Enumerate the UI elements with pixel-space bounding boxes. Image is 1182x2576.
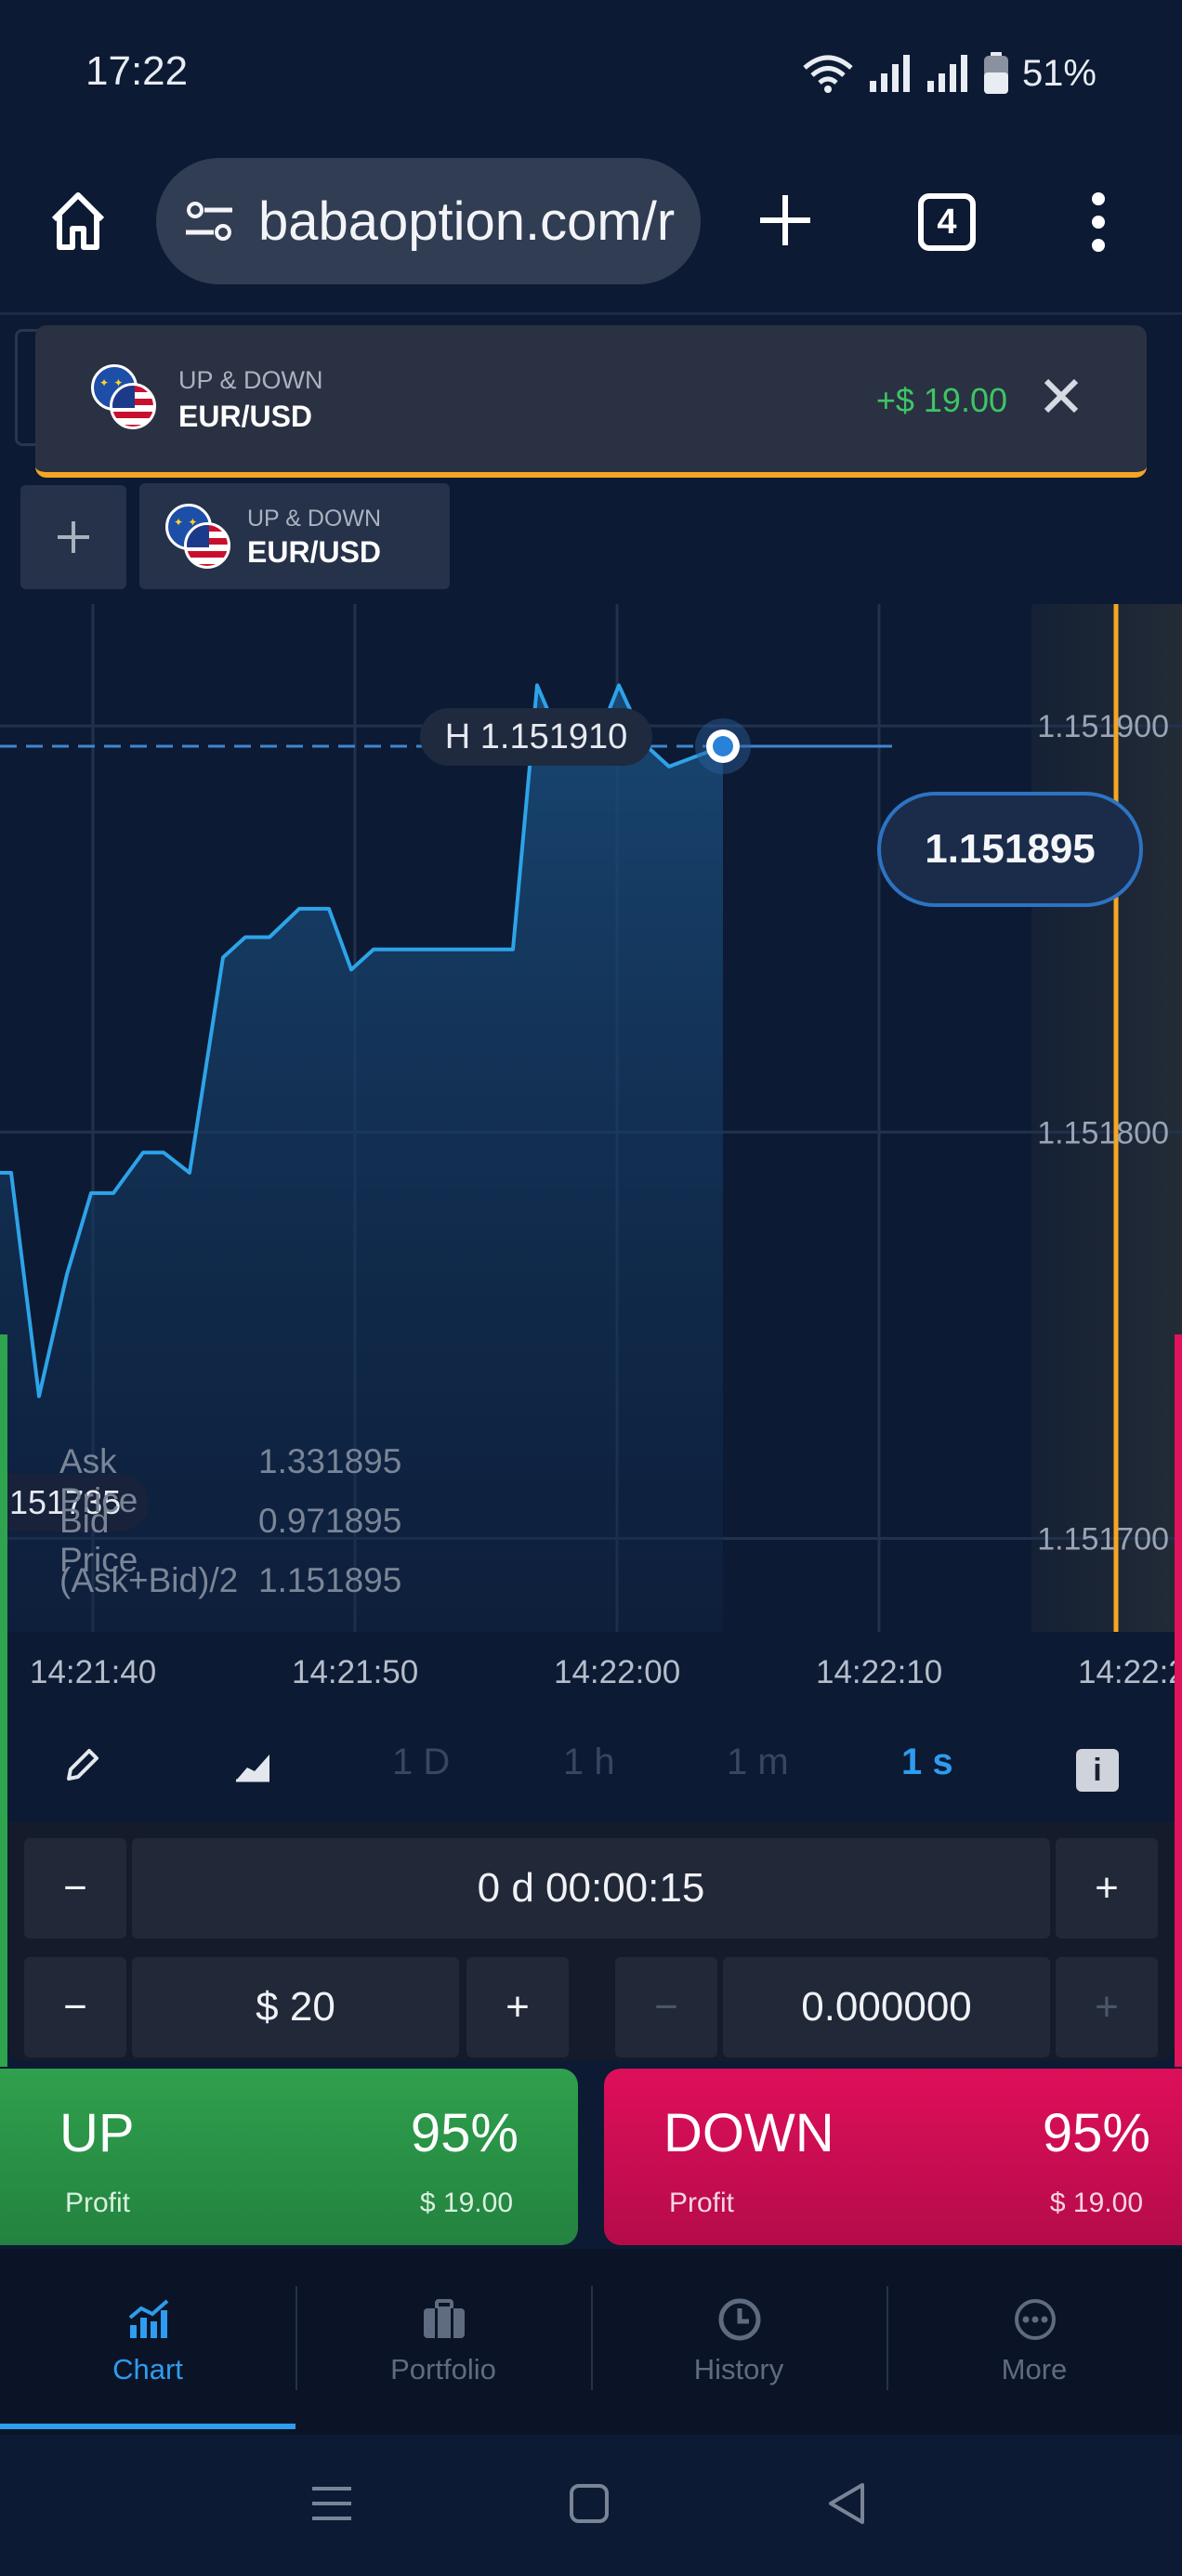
- notification-kind: UP & DOWN: [178, 366, 323, 394]
- us-flag-icon: [110, 383, 156, 429]
- down-label: DOWN: [663, 2103, 834, 2163]
- signal-icon-2: [926, 55, 967, 92]
- new-tab-icon[interactable]: [756, 191, 814, 249]
- battery-percent: 51%: [1021, 52, 1097, 94]
- more-icon: [1015, 2299, 1056, 2340]
- time-tick: 14:22:00: [554, 1654, 681, 1690]
- nav-portfolio[interactable]: Portfolio: [296, 2249, 591, 2431]
- trade-notification[interactable]: UP & DOWN EUR/USD +$ 19.00: [35, 325, 1147, 478]
- amount-field[interactable]: $ 20: [132, 1957, 459, 2057]
- asset-pair: EUR/USD: [247, 535, 382, 569]
- down-button[interactable]: DOWN 95% Profit $ 19.00: [604, 2069, 1182, 2245]
- time-tick: 14:22:10: [816, 1654, 943, 1690]
- ask-price-value: 1.331895: [258, 1442, 402, 1480]
- up-edge-accent: [0, 1334, 7, 2067]
- down-edge-accent: [1175, 1334, 1182, 2067]
- nav-more-label: More: [1001, 2353, 1068, 2385]
- timeframe-1m[interactable]: 1 m: [727, 1741, 789, 1783]
- status-icons: 51%: [801, 52, 1097, 95]
- up-profit-value: $ 19.00: [419, 2188, 513, 2218]
- duration-increase-button[interactable]: +: [1056, 1838, 1158, 1939]
- bid-price-value: 0.971895: [258, 1502, 402, 1540]
- duration-field[interactable]: 0 d 00:00:15: [132, 1838, 1050, 1939]
- nav-history[interactable]: History: [591, 2249, 886, 2431]
- up-percent: 95%: [410, 2103, 519, 2163]
- up-profit-label: Profit: [65, 2188, 131, 2218]
- browser-divider: [0, 312, 1182, 315]
- amount-increase-button[interactable]: +: [466, 1957, 569, 2057]
- amount-decrease-button[interactable]: −: [24, 1957, 126, 2057]
- info-button[interactable]: i: [1076, 1749, 1119, 1792]
- notification-pair: EUR/USD: [178, 400, 313, 433]
- asset-kind: UP & DOWN: [247, 506, 381, 532]
- status-time: 17:22: [85, 48, 189, 94]
- nav-chart-label: Chart: [112, 2353, 183, 2385]
- wifi-icon: [803, 55, 853, 93]
- duration-decrease-button[interactable]: −: [24, 1838, 126, 1939]
- nav-history-label: History: [693, 2353, 784, 2385]
- rate-increase-button[interactable]: +: [1056, 1957, 1158, 2057]
- home-nav-icon[interactable]: [569, 2483, 610, 2524]
- price-axis-tick: 1.151800: [1037, 1115, 1169, 1150]
- timeframe-1d[interactable]: 1 D: [392, 1741, 450, 1783]
- chart-icon: [128, 2299, 169, 2338]
- time-tick: 14:21:40: [30, 1654, 157, 1690]
- nav-chart[interactable]: Chart: [0, 2249, 296, 2431]
- add-asset-button[interactable]: [20, 485, 126, 589]
- up-label: UP: [59, 2103, 135, 2163]
- currency-flags-icon: [165, 504, 240, 574]
- currency-flags-icon: [91, 364, 165, 435]
- live-point-core: [713, 736, 733, 757]
- browser-menu-icon[interactable]: [1089, 191, 1108, 253]
- price-axis-tick: 1.151700: [1037, 1521, 1169, 1557]
- briefcase-icon: [424, 2299, 465, 2338]
- price-axis-tick: 1.151900: [1037, 709, 1169, 744]
- nav-active-indicator: [0, 2424, 296, 2429]
- mid-price-label: (Ask+Bid)/2: [59, 1561, 239, 1599]
- pencil-icon[interactable]: [63, 1747, 100, 1784]
- nav-portfolio-label: Portfolio: [390, 2353, 496, 2385]
- mid-price-value: 1.151895: [258, 1561, 402, 1599]
- address-bar[interactable]: babaoption.com/r: [156, 158, 701, 284]
- high-price-badge: H 1.151910: [420, 708, 652, 766]
- system-nav-bar: [0, 2435, 1182, 2576]
- us-flag-icon: [184, 522, 230, 569]
- recents-icon[interactable]: [310, 2483, 353, 2524]
- current-price-badge: 1.151895: [877, 792, 1143, 907]
- url-text: babaoption.com/r: [258, 191, 676, 252]
- battery-icon: [983, 52, 1008, 94]
- home-icon[interactable]: [48, 188, 108, 253]
- up-button[interactable]: UP 95% Profit $ 19.00: [0, 2069, 578, 2245]
- chart-type-icon[interactable]: [234, 1749, 271, 1782]
- time-tick: 14:21:50: [292, 1654, 419, 1690]
- site-settings-icon[interactable]: [184, 200, 234, 243]
- down-profit-value: $ 19.00: [1049, 2188, 1143, 2218]
- timeframe-1h[interactable]: 1 h: [563, 1741, 615, 1783]
- notification-profit: +$ 19.00: [875, 381, 1007, 419]
- back-icon[interactable]: [825, 2481, 866, 2526]
- tab-switcher-button[interactable]: 4: [918, 193, 976, 251]
- clock-icon: [718, 2298, 761, 2341]
- rate-field[interactable]: 0.000000: [723, 1957, 1050, 2057]
- rate-decrease-button[interactable]: −: [615, 1957, 717, 2057]
- asset-tab-eurusd[interactable]: UP & DOWN EUR/USD: [139, 483, 450, 589]
- time-tick: 14:22:2: [1078, 1654, 1182, 1690]
- bottom-nav: Chart Portfolio History More: [0, 2249, 1182, 2435]
- nav-more[interactable]: More: [886, 2249, 1182, 2431]
- close-icon[interactable]: [1043, 377, 1080, 414]
- down-percent: 95%: [1042, 2103, 1150, 2163]
- down-profit-label: Profit: [669, 2188, 735, 2218]
- signal-icon: [869, 55, 910, 92]
- plus-icon: [58, 521, 89, 553]
- timeframe-1s[interactable]: 1 s: [901, 1741, 953, 1783]
